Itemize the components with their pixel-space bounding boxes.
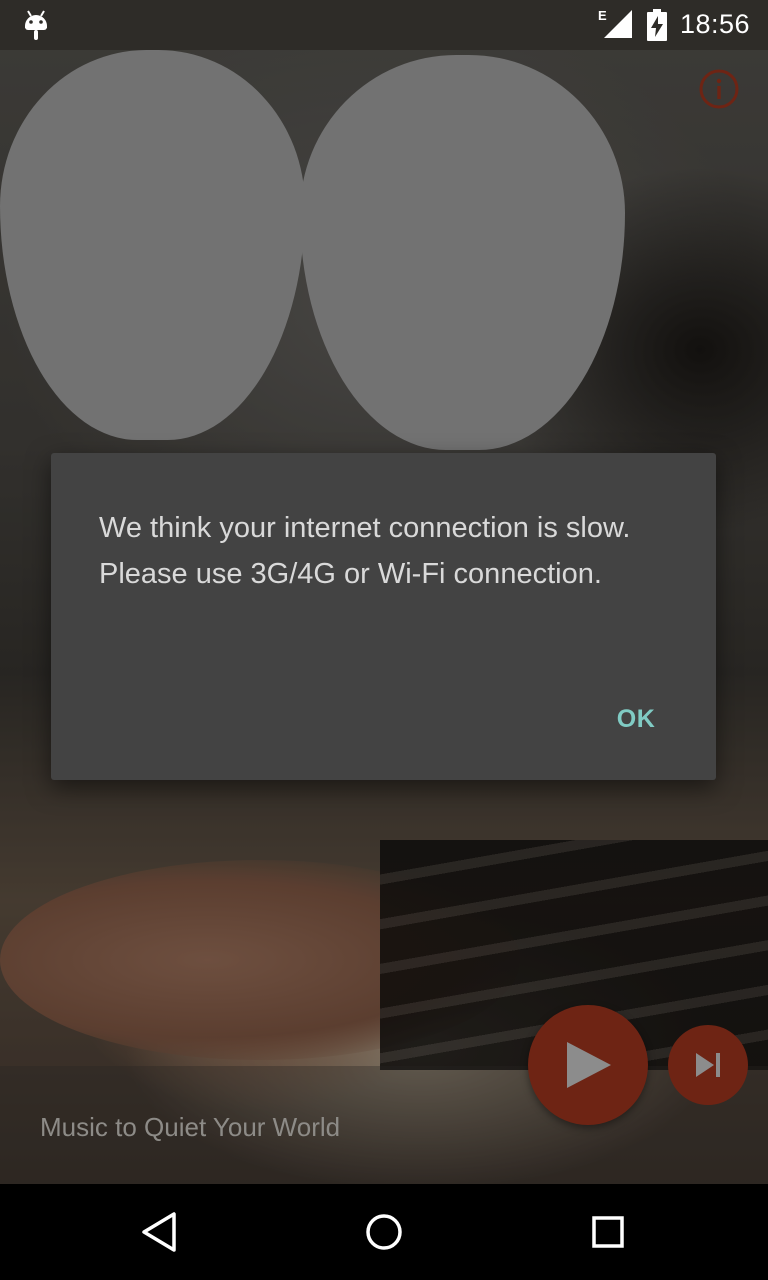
ok-button[interactable]: OK xyxy=(581,691,691,747)
recents-icon[interactable] xyxy=(586,1210,630,1254)
info-icon[interactable] xyxy=(698,68,740,110)
play-icon xyxy=(567,1042,611,1088)
play-button[interactable] xyxy=(528,1005,648,1125)
slow-connection-dialog: We think your internet connection is slo… xyxy=(51,453,716,780)
signal-icon: E xyxy=(598,8,632,38)
navigation-bar xyxy=(0,1184,768,1280)
android-debug-icon xyxy=(25,10,47,40)
status-bar: E 18:56 xyxy=(0,0,768,50)
now-playing-title: Music to Quiet Your World xyxy=(40,1112,341,1142)
back-icon[interactable] xyxy=(138,1210,182,1254)
home-icon[interactable] xyxy=(362,1210,406,1254)
status-clock: 18:56 xyxy=(680,9,751,39)
network-type-label: E xyxy=(598,8,607,23)
skip-next-icon xyxy=(696,1053,720,1077)
skip-next-button[interactable] xyxy=(668,1025,748,1105)
battery-charging-icon xyxy=(647,9,667,41)
player-bar[interactable]: Music to Quiet Your World xyxy=(0,1066,768,1184)
dialog-message: We think your internet connection is slo… xyxy=(99,512,631,590)
